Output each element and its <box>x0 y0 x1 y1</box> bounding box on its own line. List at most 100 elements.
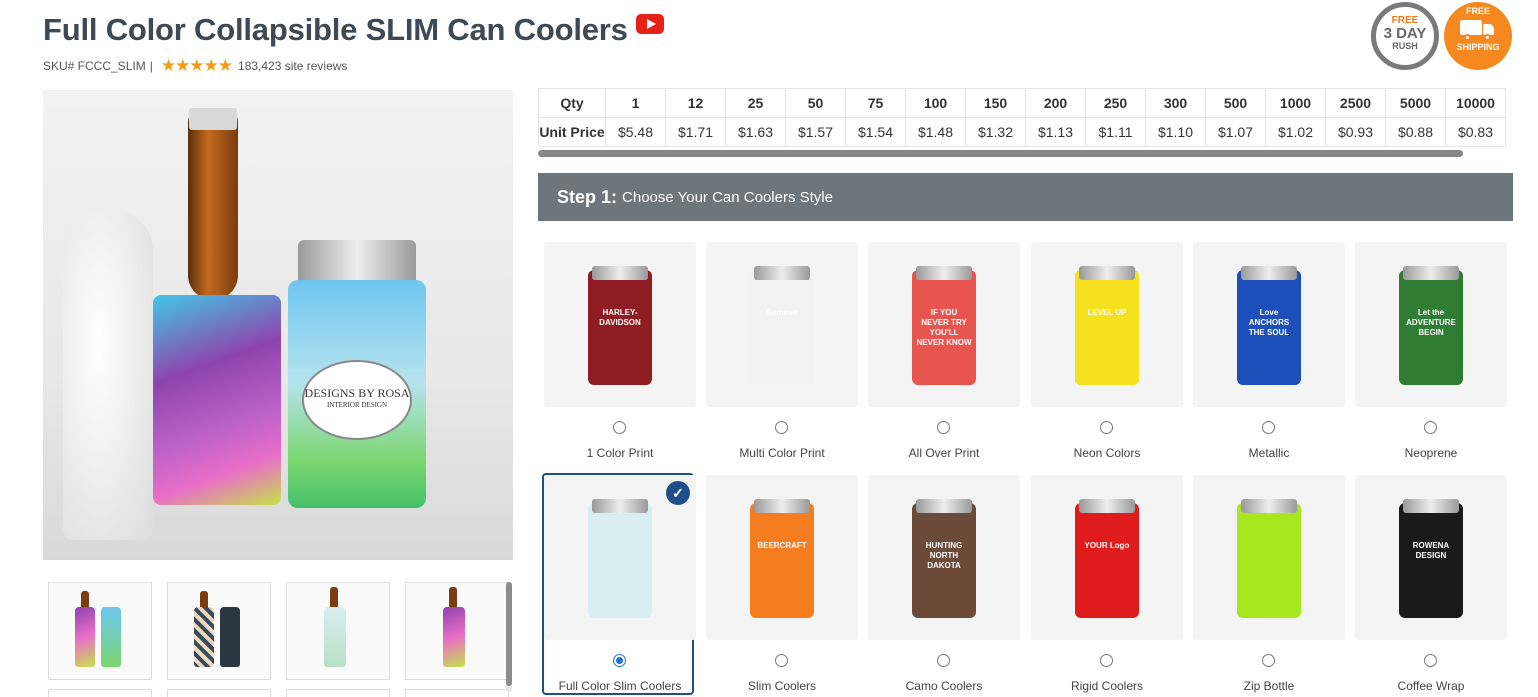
thumbnail-8[interactable] <box>405 689 509 697</box>
price-cell: $1.54 <box>845 117 906 147</box>
youtube-icon[interactable] <box>635 14 664 34</box>
style-option-image[interactable]: BEERCRAFT <box>706 475 858 640</box>
style-option-camo-coolers[interactable]: HUNTING NORTH DAKOTA Camo Coolers <box>868 475 1020 695</box>
style-radio[interactable] <box>1262 421 1275 434</box>
price-cell: $1.63 <box>725 117 786 147</box>
qty-cell: 12 <box>665 88 726 118</box>
style-radio[interactable] <box>1424 654 1437 667</box>
cooler-product-shape: HUNTING NORTH DAKOTA <box>912 499 976 618</box>
style-radio[interactable] <box>613 421 626 434</box>
thumbnail-5[interactable] <box>48 689 152 697</box>
thumbnail-6[interactable] <box>167 689 271 697</box>
style-option-all-over-print[interactable]: IF YOU NEVER TRY YOU'LL NEVER KNOW All Ov… <box>868 242 1020 462</box>
cooler-product-shape: Let the ADVENTURE BEGIN <box>1399 266 1463 385</box>
style-radio[interactable] <box>937 421 950 434</box>
price-cell: $1.11 <box>1085 117 1146 147</box>
price-cell: $0.93 <box>1325 117 1386 147</box>
cooler-product-shape <box>1237 499 1301 618</box>
sku-text: SKU# FCCC_SLIM <box>43 59 146 73</box>
main-product-image[interactable]: DESIGNS BY ROSA INTERIOR DESIGN <box>43 90 513 560</box>
qty-cell: 5000 <box>1385 88 1446 118</box>
thumbnail-strip-row2 <box>48 689 509 697</box>
bottle-cap-shape <box>189 108 237 130</box>
style-radio[interactable] <box>1100 421 1113 434</box>
product-meta: SKU# FCCC_SLIM | ★★★★★ 183,423 site revi… <box>43 56 347 76</box>
style-option-image[interactable]: YOUR Logo <box>1031 475 1183 640</box>
three-day-rush-badge: FREE 3 DAY RUSH <box>1371 2 1439 70</box>
style-option-image[interactable]: ROWENA DESIGN <box>1355 475 1507 640</box>
thumbnail-2[interactable] <box>167 582 271 680</box>
cooler-product-shape: LEVEL UP <box>1075 266 1139 385</box>
style-option-metallic[interactable]: Love ANCHORS THE SOUL Metallic <box>1193 242 1345 462</box>
vase-shape <box>63 210 153 540</box>
style-option-image[interactable]: ✓ <box>544 475 696 640</box>
style-radio[interactable] <box>613 654 626 667</box>
price-cell: $1.07 <box>1205 117 1266 147</box>
style-option-image[interactable]: HARLEY-DAVIDSON <box>544 242 696 407</box>
cooler-product-shape: Summer <box>750 266 814 385</box>
qty-cell: 200 <box>1025 88 1086 118</box>
qty-cell: 25 <box>725 88 786 118</box>
style-option-neoprene[interactable]: Let the ADVENTURE BEGIN Neoprene <box>1355 242 1507 462</box>
thumbnail-4[interactable] <box>405 582 509 680</box>
style-radio[interactable] <box>1100 654 1113 667</box>
step-text: Choose Your Can Coolers Style <box>622 188 833 206</box>
style-option-image[interactable]: HUNTING NORTH DAKOTA <box>868 475 1020 640</box>
style-option-image[interactable]: Let the ADVENTURE BEGIN <box>1355 242 1507 407</box>
style-option-image[interactable]: IF YOU NEVER TRY YOU'LL NEVER KNOW <box>868 242 1020 407</box>
style-option-zip-bottle[interactable]: Zip Bottle <box>1193 475 1345 695</box>
watercolor-sleeve <box>153 295 281 505</box>
qty-cell: 250 <box>1085 88 1146 118</box>
thumbnail-scrollbar[interactable] <box>506 582 512 692</box>
qty-cell: 50 <box>785 88 846 118</box>
thumbnail-3[interactable] <box>286 582 390 680</box>
rating-stars-icon[interactable]: ★★★★★ <box>161 56 233 76</box>
bottle-shape <box>188 110 238 300</box>
shipping-label-text: SHIPPING <box>1456 42 1500 52</box>
unit-price-label: Unit Price <box>538 117 606 147</box>
style-option-label: All Over Print <box>908 446 980 460</box>
review-count-link[interactable]: 183,423 site reviews <box>238 59 347 73</box>
style-option-label: Coffee Wrap <box>1397 679 1465 693</box>
style-option-neon-colors[interactable]: LEVEL UP Neon Colors <box>1031 242 1183 462</box>
style-option-label: Zip Bottle <box>1243 679 1295 693</box>
style-option-multi-color-print[interactable]: Summer Multi Color Print <box>706 242 858 462</box>
thumbnail-1[interactable] <box>48 582 152 680</box>
cooler-artwork-text: LEVEL UP <box>1087 308 1127 317</box>
price-cell: $1.13 <box>1025 117 1086 147</box>
style-option-image[interactable]: LEVEL UP <box>1031 242 1183 407</box>
style-option-full-color-slim-coolers[interactable]: ✓ Full Color Slim Coolers <box>542 473 696 695</box>
style-option-label: Rigid Coolers <box>1070 679 1144 693</box>
product-title: Full Color Collapsible SLIM Can Coolers <box>43 12 664 48</box>
style-radio[interactable] <box>937 654 950 667</box>
price-row: Unit Price $5.48 $1.71 $1.63 $1.57 $1.54… <box>538 117 1506 147</box>
style-radio[interactable] <box>1424 421 1437 434</box>
style-option-image[interactable] <box>1193 475 1345 640</box>
cooler-artwork-text: BEERCRAFT <box>757 541 807 550</box>
cooler-artwork-text: Let the ADVENTURE BEGIN <box>1406 308 1456 337</box>
style-radio[interactable] <box>775 654 788 667</box>
style-radio[interactable] <box>775 421 788 434</box>
cooler-artwork-text: IF YOU NEVER TRY YOU'LL NEVER KNOW <box>916 308 972 347</box>
style-option-slim-coolers[interactable]: BEERCRAFT Slim Coolers <box>706 475 858 695</box>
style-option-rigid-coolers[interactable]: YOUR Logo Rigid Coolers <box>1031 475 1183 695</box>
style-option-coffee-wrap[interactable]: ROWENA DESIGN Coffee Wrap <box>1355 475 1507 695</box>
style-option-1-color-print[interactable]: HARLEY-DAVIDSON 1 Color Print <box>544 242 696 462</box>
qty-cell: 1 <box>605 88 666 118</box>
price-cell: $1.32 <box>965 117 1026 147</box>
thumbnail-7[interactable] <box>286 689 390 697</box>
shipping-free-text: FREE <box>1465 6 1490 16</box>
qty-cell: 100 <box>905 88 966 118</box>
cooler-product-shape <box>588 499 652 618</box>
qty-cell: 2500 <box>1325 88 1386 118</box>
price-table-scrollbar[interactable] <box>538 150 1463 157</box>
style-option-image[interactable]: Summer <box>706 242 858 407</box>
free-shipping-badge: FREE SHIPPING <box>1444 2 1512 70</box>
qty-cell: 75 <box>845 88 906 118</box>
cooler-product-shape: IF YOU NEVER TRY YOU'LL NEVER KNOW <box>912 266 976 385</box>
style-option-image[interactable]: Love ANCHORS THE SOUL <box>1193 242 1345 407</box>
style-option-label: Neoprene <box>1404 446 1458 460</box>
cooler-product-shape: BEERCRAFT <box>750 499 814 618</box>
style-radio[interactable] <box>1262 654 1275 667</box>
cooler-artwork-text: Summer <box>765 308 798 317</box>
